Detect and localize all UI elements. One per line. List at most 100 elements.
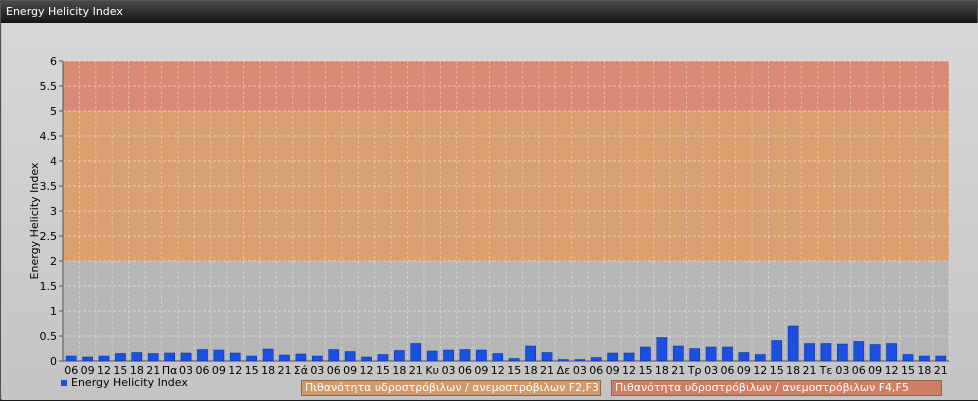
bar bbox=[229, 352, 241, 362]
x-tick-label: 21 bbox=[278, 364, 292, 377]
x-tick-label: 09 bbox=[474, 364, 488, 377]
x-tick-label: 03 bbox=[573, 364, 587, 377]
x-tick-label: 15 bbox=[638, 364, 652, 377]
bar bbox=[607, 352, 618, 362]
bar bbox=[65, 355, 77, 362]
x-tick-label: 15 bbox=[770, 364, 784, 377]
bar bbox=[131, 352, 143, 362]
x-tick-label: 18 bbox=[655, 364, 669, 377]
bar bbox=[279, 354, 290, 362]
bar bbox=[869, 344, 881, 362]
bar bbox=[722, 346, 733, 362]
x-tick-label: 12 bbox=[491, 364, 505, 377]
bar bbox=[558, 359, 569, 362]
bar bbox=[705, 346, 717, 362]
bar bbox=[935, 355, 947, 362]
chart-panel: Energy Helicity Index 0 0.5 1 1.5 2 2.5 3 3.5 4 4… bbox=[0, 0, 978, 400]
bar bbox=[508, 358, 520, 362]
ehi-chart: 00.511.522.533.544.555.5606 09 12 15 18 21 Πα 0… bbox=[28, 55, 950, 377]
y-tick-label: 3.5 bbox=[40, 180, 58, 193]
bar bbox=[459, 349, 471, 362]
bar bbox=[492, 353, 504, 362]
x-tick-label: Σά bbox=[294, 364, 308, 377]
x-tick-label: 15 bbox=[901, 364, 915, 377]
y-tick-label: 5.5 bbox=[40, 80, 58, 93]
bar bbox=[672, 345, 684, 362]
x-tick-label: 03 bbox=[835, 364, 849, 377]
bar bbox=[180, 352, 192, 362]
x-tick-label: 21 bbox=[934, 364, 948, 377]
bar bbox=[525, 345, 536, 362]
bar bbox=[311, 355, 323, 362]
x-tick-label: 21 bbox=[671, 364, 685, 377]
bar bbox=[344, 351, 356, 362]
x-tick-label: 12 bbox=[360, 364, 374, 377]
bar bbox=[197, 349, 208, 362]
x-tick-label: Τε bbox=[819, 364, 833, 377]
bar bbox=[689, 348, 701, 362]
x-tick-label: 15 bbox=[507, 364, 521, 377]
legend-swatch bbox=[61, 379, 67, 386]
bar bbox=[541, 352, 553, 362]
x-tick-label: 09 bbox=[868, 364, 882, 377]
bar bbox=[574, 359, 586, 362]
legend-label: Energy Helicity Index bbox=[71, 376, 188, 389]
bar bbox=[754, 354, 766, 362]
y-tick-label: 2 bbox=[50, 255, 57, 268]
x-tick-label: 15 bbox=[245, 364, 259, 377]
x-tick-label: 15 bbox=[376, 364, 390, 377]
bar bbox=[98, 355, 110, 362]
y-tick-label: 0.5 bbox=[40, 330, 58, 343]
bar bbox=[295, 353, 307, 362]
x-tick-label: 12 bbox=[885, 364, 899, 377]
x-tick-label: 03 bbox=[704, 364, 718, 377]
bar bbox=[147, 353, 159, 362]
bar bbox=[656, 337, 668, 362]
bar bbox=[623, 352, 635, 362]
bar bbox=[115, 353, 126, 362]
bar bbox=[590, 357, 602, 362]
x-tick-label: Κυ bbox=[425, 364, 439, 377]
bar bbox=[787, 325, 799, 362]
x-tick-label: 18 bbox=[917, 364, 931, 377]
bar bbox=[328, 349, 340, 362]
x-tick-label: 06 bbox=[721, 364, 735, 377]
y-tick-label: 3 bbox=[50, 205, 57, 218]
bar bbox=[886, 343, 897, 362]
x-tick-label: 18 bbox=[524, 364, 538, 377]
x-tick-label: 03 bbox=[442, 364, 456, 377]
y-tick-label: 5 bbox=[50, 105, 57, 118]
x-tick-label: 18 bbox=[786, 364, 800, 377]
x-tick-label: 06 bbox=[327, 364, 341, 377]
bar bbox=[377, 354, 389, 362]
x-tick-label: 09 bbox=[737, 364, 751, 377]
x-tick-label: 12 bbox=[622, 364, 636, 377]
y-tick-label: 2.5 bbox=[40, 230, 58, 243]
x-tick-label: 21 bbox=[540, 364, 554, 377]
x-tick-label: 09 bbox=[343, 364, 357, 377]
x-tick-label: Δε bbox=[557, 364, 571, 377]
risk-zone-f23-label: Πιθανότητα υδροστρόβιλων / ανεμοστρόβιλω… bbox=[301, 380, 601, 396]
bar bbox=[738, 352, 750, 362]
bar bbox=[246, 355, 258, 362]
x-tick-label: 21 bbox=[409, 364, 423, 377]
y-tick-label: 4 bbox=[50, 155, 57, 168]
y-tick-label: 4.5 bbox=[40, 130, 58, 143]
x-tick-label: 18 bbox=[392, 364, 406, 377]
bar bbox=[771, 340, 783, 362]
bar bbox=[804, 343, 815, 362]
bar bbox=[410, 343, 422, 362]
bar bbox=[853, 341, 865, 362]
x-tick-label: 06 bbox=[458, 364, 472, 377]
bar bbox=[426, 350, 438, 362]
risk-zone-f45-label: Πιθανότητα υδροστρόβιλων / ανεμοστρόβιλω… bbox=[611, 380, 942, 396]
x-tick-label: 06 bbox=[589, 364, 603, 377]
x-tick-label: 12 bbox=[228, 364, 242, 377]
bar bbox=[82, 356, 93, 362]
bar bbox=[361, 356, 372, 362]
x-tick-label: 21 bbox=[803, 364, 817, 377]
x-tick-label: 03 bbox=[310, 364, 324, 377]
bar bbox=[640, 346, 651, 362]
bar bbox=[820, 343, 832, 362]
y-tick-label: 1 bbox=[50, 305, 57, 318]
